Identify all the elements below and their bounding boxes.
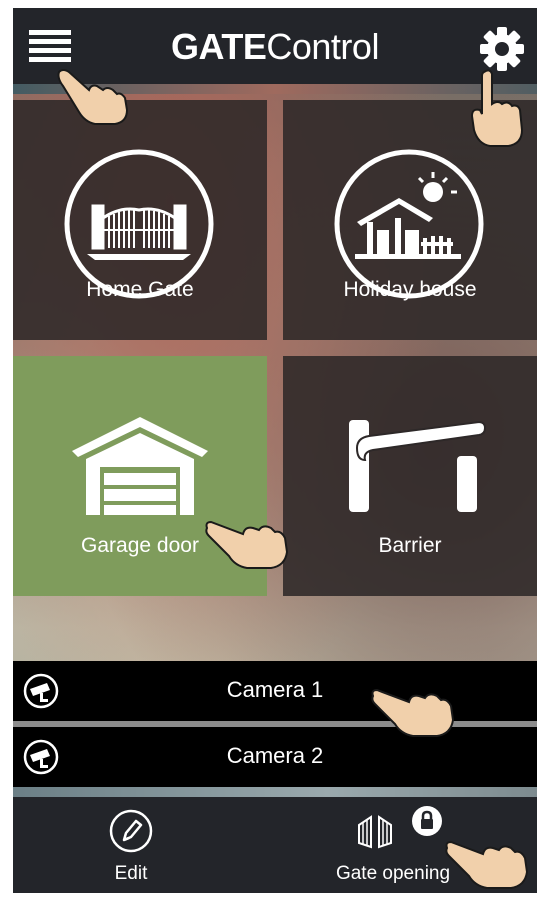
app-title-bold: GATE bbox=[171, 26, 267, 67]
lock-icon bbox=[412, 806, 442, 836]
gate-opening-icon bbox=[358, 815, 392, 849]
camera-label: Camera 1 bbox=[226, 677, 324, 702]
garage-icon bbox=[72, 417, 208, 515]
app-screen: GATEControl Home Gate Holiday house Gara… bbox=[13, 8, 537, 893]
camera-row-2[interactable]: Camera 2 bbox=[13, 727, 537, 787]
tile-label: Barrier bbox=[378, 534, 442, 557]
pencil-icon bbox=[109, 809, 153, 853]
tile-label: Holiday house bbox=[343, 278, 477, 301]
gate-opening-button[interactable]: Gate opening bbox=[323, 797, 463, 893]
bottom-bar: Edit Gate opening bbox=[13, 787, 537, 893]
tile-holiday-house[interactable]: Holiday house bbox=[283, 100, 537, 340]
tile-label: Home Gate bbox=[86, 278, 194, 301]
top-bar: GATEControl bbox=[13, 8, 537, 94]
tile-garage-door[interactable]: Garage door bbox=[13, 356, 267, 596]
app-title-light: Control bbox=[266, 26, 379, 67]
edit-button[interactable]: Edit bbox=[73, 797, 189, 893]
camera-label: Camera 2 bbox=[226, 743, 324, 768]
camera-row-1[interactable]: Camera 1 bbox=[13, 661, 537, 721]
tile-barrier[interactable]: Barrier bbox=[283, 356, 537, 596]
app-title: GATEControl bbox=[13, 26, 537, 68]
gate-opening-label: Gate opening bbox=[335, 863, 451, 884]
tile-home-gate[interactable]: Home Gate bbox=[13, 100, 267, 340]
tile-label: Garage door bbox=[81, 534, 199, 557]
gear-icon[interactable] bbox=[479, 26, 525, 72]
barrier-icon bbox=[349, 420, 487, 512]
edit-label: Edit bbox=[114, 863, 148, 884]
